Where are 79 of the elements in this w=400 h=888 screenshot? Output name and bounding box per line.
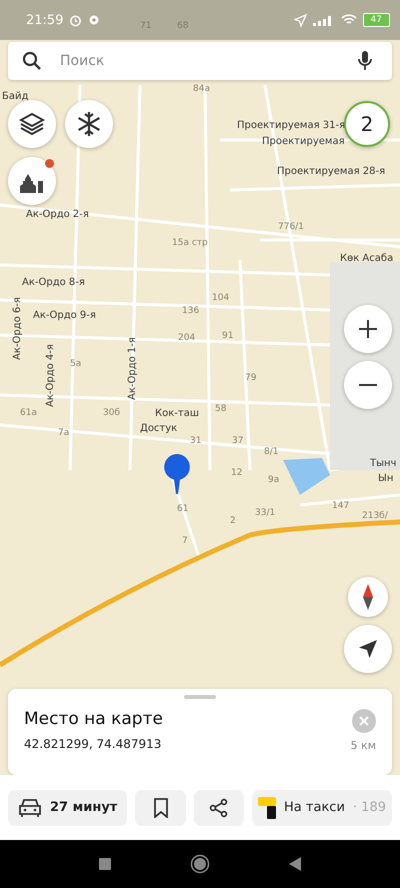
plus-icon [358,319,378,339]
house-number: 136 [182,305,200,317]
house-number: 7 [182,535,188,547]
house-number: 776/1 [278,221,304,233]
house-number: 61 [177,503,188,515]
search-icon [22,51,42,71]
snowflake-icon [76,111,102,137]
street-name: Проектируемая [262,136,345,148]
street-name: Тынч [370,458,396,470]
notification-dot [45,159,54,168]
pond [283,458,330,495]
street-name: Ак-Ордо 2-я [26,209,89,221]
location-arrow-icon [294,14,307,26]
house-number: 5а [70,358,82,370]
cluster-badge-button[interactable]: 2 [344,101,390,147]
street-name: Ак-Ордо 8-я [22,277,85,289]
street-name: Көк Асаба [340,253,394,265]
car-icon [18,798,42,818]
house-number: 31 [190,435,202,447]
search-input[interactable]: Поиск [58,52,342,70]
bookmark-icon [152,798,169,818]
close-icon [359,716,369,726]
house-number: 7а [58,427,70,439]
house-number: 33/1 [255,507,276,519]
street-name: Достук [140,423,178,435]
taxi-logo-icon [258,796,276,818]
street-name: Байд [2,91,28,103]
house-number: 15а стр [172,237,208,249]
street-name: Ак-Ордо 1-я [127,337,139,400]
house-number: 8/1 [264,446,278,458]
house-number: 61а [20,407,37,419]
house-number: 9а [268,474,280,486]
search-field[interactable]: Поиск [8,42,392,80]
street-name: Ак-Ордо 4-я [45,344,57,407]
street-name: Проектируемая 31-я [237,120,346,132]
share-icon [208,798,229,818]
recents-icon[interactable] [99,858,112,870]
distance: 5 км [350,739,376,752]
back-icon[interactable] [288,857,301,871]
house-number: 79 [245,372,256,384]
route-button[interactable]: 27 минут [8,790,128,826]
street-name: Ак-Ордо 6-я [12,297,24,360]
house-number: 204 [178,332,196,344]
minus-icon [358,383,378,387]
battery-indicator: 47 [362,13,390,27]
bookmark-button[interactable] [135,790,186,826]
house-number: 213б/ [362,510,388,522]
my-location-button[interactable] [344,625,392,673]
home-icon[interactable] [190,854,210,874]
microphone-icon [358,50,372,72]
navigation-arrow-icon [358,639,378,659]
street-name: Проектируемая 28-я [277,166,386,178]
layers-button[interactable] [8,100,56,148]
house-number: 12 [231,467,242,479]
alarm-icon [69,14,82,26]
drag-handle[interactable] [184,695,216,699]
house-number: 30б [103,407,120,419]
house-number: 2 [230,515,236,527]
wifi-icon [340,14,357,26]
place-title: Место на карте [24,709,163,729]
compass-icon [362,584,374,610]
street-name: Ак-Ордо 9-я [33,310,96,322]
taxi-button[interactable]: На такси · 189 [252,790,392,826]
compass-button[interactable] [348,577,388,617]
house-number: 84а [193,83,210,95]
house-number: 37 [232,435,244,447]
layers-icon [19,112,45,136]
house-number: 58 [215,403,226,415]
map-pin-icon [163,454,191,494]
coordinates: 42.821299, 74.487913 [24,737,162,751]
share-button[interactable] [194,790,244,826]
house-number: 91 [222,330,234,342]
house-number: 147 [332,500,350,512]
house-number: 104 [212,292,230,304]
street-name: Кок-таш [155,408,199,420]
clock: 21:59 [26,12,64,28]
street-name: Ын [378,473,394,485]
landmarks-button[interactable] [8,157,56,205]
snowflake-button[interactable] [65,100,113,148]
